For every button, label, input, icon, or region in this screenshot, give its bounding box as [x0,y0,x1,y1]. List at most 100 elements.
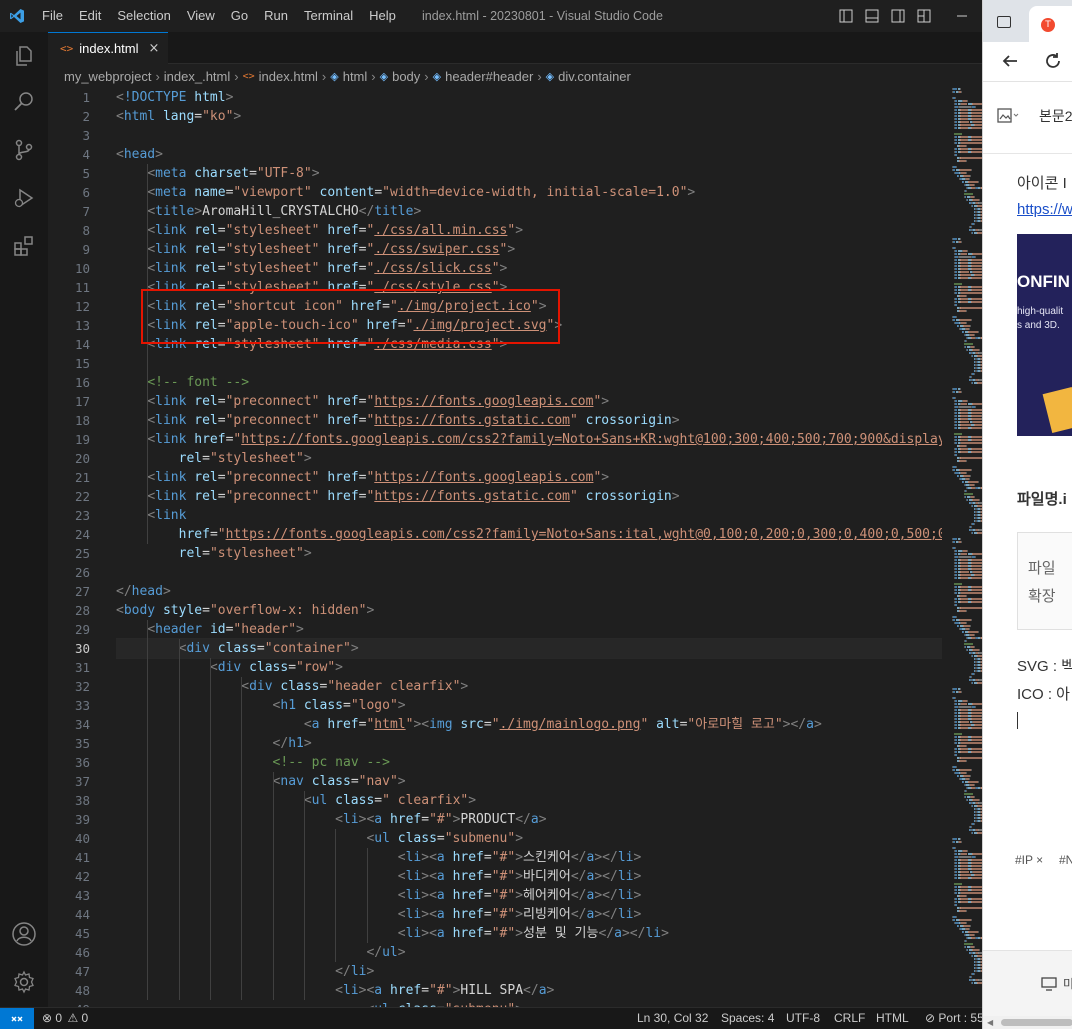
code-line[interactable]: <!-- font --> [116,373,942,392]
scroll-left-icon[interactable]: ◀ [987,1018,993,1027]
code-line[interactable]: <body style="overflow-x: hidden"> [116,601,942,620]
breadcrumb-item[interactable]: index.html [259,69,318,84]
code-line[interactable]: <nav class="nav"> [116,772,942,791]
tag-ip[interactable]: #IP × [1015,853,1043,867]
code-line[interactable]: <h1 class="logo"> [116,696,942,715]
code-line[interactable]: </li> [116,962,942,981]
menu-selection[interactable]: Selection [109,0,178,32]
minimap[interactable] [942,88,982,1007]
reload-icon[interactable] [1044,52,1062,73]
code-line[interactable]: <meta charset="UTF-8"> [116,164,942,183]
horizontal-scrollbar[interactable]: ◀ [983,1016,1072,1029]
code-line[interactable]: <header id="header"> [116,620,942,639]
tab-actions-icon[interactable] [997,16,1011,28]
breadcrumb-item[interactable]: div.container [558,69,631,84]
breadcrumb-item[interactable]: header#header [445,69,533,84]
code-line[interactable]: <link rel="shortcut icon" href="./img/pr… [116,297,942,316]
code-line[interactable]: <link rel="stylesheet" href="./css/media… [116,335,942,354]
code-line[interactable]: <li><a href="#">PRODUCT</a> [116,810,942,829]
code-editor[interactable]: 1 2 3 4 5 6 7 8 9 10 11 12 13 14 15 16 17 18 19 20 21 22 23 24 2… [48,88,982,1007]
language-mode[interactable]: HTML [876,1008,909,1029]
run-debug-icon[interactable] [0,174,48,222]
code-line[interactable]: <head> [116,145,942,164]
scroll-thumb[interactable] [1001,1019,1072,1026]
indentation[interactable]: Spaces: 4 [721,1008,774,1029]
problems-status[interactable]: ⊗ 0 ⚠ 0 [42,1008,88,1029]
tag-n[interactable]: #N [1059,853,1072,867]
code-line[interactable]: <html lang="ko"> [116,107,942,126]
code-line[interactable]: <li><a href="#">성분 및 기능</a></li> [116,924,942,943]
menu-view[interactable]: View [179,0,223,32]
code-line[interactable]: <link rel="preconnect" href="https://fon… [116,487,942,506]
code-line[interactable]: <meta name="viewport" content="width=dev… [116,183,942,202]
code-line[interactable] [116,126,942,145]
browser-tab[interactable]: T [1029,6,1072,42]
breadcrumb-item[interactable]: my_webproject [64,69,151,84]
code-line[interactable] [116,354,942,373]
code-line[interactable]: <a href="html"><img src="./img/mainlogo.… [116,715,942,734]
code-line[interactable]: <link rel="preconnect" href="https://fon… [116,392,942,411]
code-line[interactable]: <div class="container"> [116,638,942,659]
search-icon[interactable] [0,78,48,126]
code-line[interactable]: <link rel="stylesheet" href="./css/slick… [116,259,942,278]
code-line[interactable]: href="https://fonts.googleapis.com/css2?… [116,525,942,544]
code-line[interactable]: <link rel="preconnect" href="https://fon… [116,411,942,430]
post-link[interactable]: https://w [1017,201,1072,218]
code-line[interactable]: <link rel="stylesheet" href="./css/all.m… [116,221,942,240]
encoding[interactable]: UTF-8 [786,1008,820,1029]
close-tab-icon[interactable]: × [149,41,160,56]
code-line[interactable]: </h1> [116,734,942,753]
code-line[interactable]: rel="stylesheet"> [116,544,942,563]
monitor-icon[interactable] [1041,977,1057,994]
code-line[interactable]: <div class="row"> [116,658,942,677]
menu-edit[interactable]: Edit [71,0,109,32]
extensions-icon[interactable] [0,222,48,270]
code-line[interactable]: <title>AromaHill_CRYSTALCHO</title> [116,202,942,221]
menu-terminal[interactable]: Terminal [296,0,361,32]
tab-index-html[interactable]: <> index.html × [48,32,168,64]
cursor-position[interactable]: Ln 30, Col 32 [637,1008,708,1029]
paragraph-style-label[interactable]: 본문2 [1039,106,1072,126]
menu-help[interactable]: Help [361,0,404,32]
code-line[interactable]: <ul class="submenu"> [116,1000,942,1007]
code-line[interactable]: <link [116,506,942,525]
code-area[interactable]: <!DOCTYPE html> <html lang="ko"> <head> <m… [116,88,942,1007]
code-line[interactable] [116,563,942,582]
menu-file[interactable]: File [34,0,71,32]
code-line[interactable]: <li><a href="#">스킨케어</a></li> [116,848,942,867]
end-of-line[interactable]: CRLF [834,1008,865,1029]
image-insert-icon[interactable] [997,108,1019,127]
manage-gear-icon[interactable] [0,958,48,1006]
code-token: h1 [280,698,297,713]
code-line[interactable]: <div class="header clearfix"> [116,677,942,696]
customize-layout-icon[interactable] [904,0,944,32]
code-line[interactable]: <link rel="apple-touch-ico" href="./img/… [116,316,942,335]
explorer-icon[interactable] [0,32,48,80]
live-server-port[interactable]: ⊘ Port : 55 [925,1008,984,1029]
code-line[interactable]: <link href="https://fonts.googleapis.com… [116,430,942,449]
breadcrumb-item[interactable]: html [343,69,368,84]
code-line[interactable]: <link rel="preconnect" href="https://fon… [116,468,942,487]
code-line[interactable]: <ul class=" clearfix"> [116,791,942,810]
code-line[interactable]: <!-- pc nav --> [116,753,942,772]
code-line[interactable]: <li><a href="#">HILL SPA</a> [116,981,942,1000]
code-line[interactable]: <li><a href="#">바디케어</a></li> [116,867,942,886]
code-line[interactable]: <link rel="stylesheet" href="./css/style… [116,278,942,297]
code-line[interactable]: rel="stylesheet"> [116,449,942,468]
source-control-icon[interactable] [0,126,48,174]
code-line[interactable]: <link rel="stylesheet" href="./css/swipe… [116,240,942,259]
account-icon[interactable] [0,910,48,958]
code-line[interactable]: <li><a href="#">헤어케어</a></li> [116,886,942,905]
code-line[interactable]: <li><a href="#">리빙케어</a></li> [116,905,942,924]
back-arrow-icon[interactable] [1001,52,1019,73]
code-line[interactable]: <ul class="submenu"> [116,829,942,848]
menu-run[interactable]: Run [256,0,296,32]
breadcrumb-item[interactable]: index_.html [164,69,230,84]
breadcrumb-item[interactable]: body [392,69,420,84]
code-line[interactable]: <!DOCTYPE html> [116,88,942,107]
minimize-icon[interactable] [942,0,982,32]
menu-go[interactable]: Go [223,0,256,32]
code-line[interactable]: </head> [116,582,942,601]
code-line[interactable]: </ul> [116,943,942,962]
remote-indicator-icon[interactable] [0,1008,34,1029]
